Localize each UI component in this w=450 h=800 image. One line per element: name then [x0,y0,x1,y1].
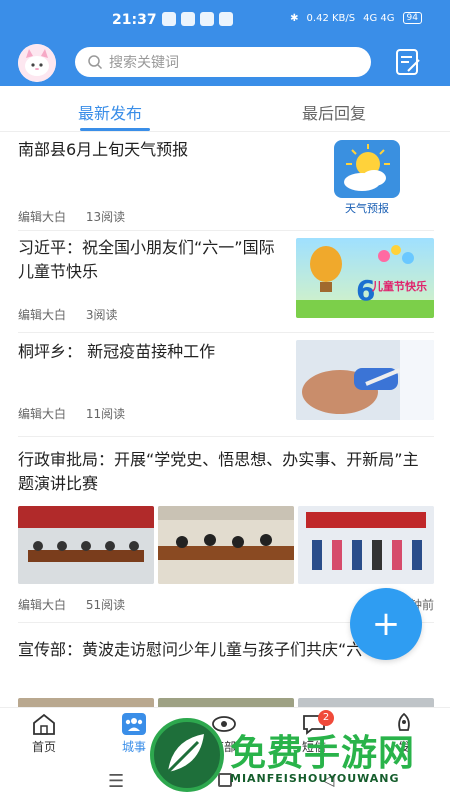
vaccine-thumbnail[interactable] [296,340,434,420]
audience-photo-icon [158,506,294,584]
divider [18,332,434,333]
watermark-text: 免费手游网 [230,733,416,774]
status-time: 21:37 [112,12,157,28]
divider [18,436,434,437]
item-reads: 3阅读 [85,308,118,322]
cat-avatar-icon [18,44,56,82]
item-title: 南部县6月上旬天气预报 [18,140,189,159]
signal-label: 4G 4G [363,12,395,24]
item-reads: 13阅读 [85,210,126,224]
photo-1[interactable] [18,698,154,707]
list-item[interactable]: 习近平：祝全国小朋友们“六一”国际儿童节快乐 编辑大白 3阅读 6 儿童节快乐 [18,236,434,322]
watermark-subtext: MIANFEISHOUYOUWANG [230,772,400,785]
leaf-logo-icon [166,734,204,774]
item-meta: 编辑大白 11阅读 [18,405,141,422]
search-placeholder: 搜索关键词 [109,55,179,71]
app-header: 搜索关键词 [0,42,450,86]
item-meta: 编辑大白 13阅读 [18,208,141,225]
divider [18,230,434,231]
edit-note-icon [396,49,420,75]
add-post-button[interactable]: + [350,588,422,660]
tab-latest[interactable]: 最新发布 [78,100,142,124]
search-icon [88,55,103,70]
item-reads: 51阅读 [85,598,126,612]
item-title: 行政审批局：开展“学党史、悟思想、办实事、开新局”主题演讲比赛 [18,450,419,493]
compose-button[interactable] [392,46,424,78]
meeting-photo-1[interactable] [18,506,154,584]
nav-label: 城事 [121,740,146,754]
notification-icons [162,12,233,26]
search-input[interactable]: 搜索关键词 [75,47,371,77]
app-notification-icon [219,12,233,26]
item-author: 编辑大白 [18,407,67,421]
home-icon [33,713,55,735]
meeting-photo-3[interactable] [298,506,434,584]
list-item[interactable]: 行政审批局：开展“学党史、悟思想、办实事、开新局”主题演讲比赛 编辑大白 51阅… [18,448,434,612]
people-icon [122,713,146,735]
item-author: 编辑大白 [18,210,67,224]
thumb-caption: 天气预报 [345,202,389,215]
item-title: 桐坪乡： 新冠疫苗接种工作 [18,342,216,361]
item-reads: 11阅读 [85,407,126,421]
nav-home[interactable]: 首页 [14,712,74,755]
app-notification-icon [181,12,195,26]
photo-2[interactable] [158,698,294,707]
menu-icon[interactable]: ☰ [108,771,124,792]
status-right: ✱ 0.42 KB/S 4G 4G 94 [290,12,422,24]
tab-last-reply[interactable]: 最后回复 [302,100,366,124]
feed-tabs: 最新发布 最后回复 [0,86,450,132]
battery-icon: 94 [402,12,422,24]
tab-indicator [80,128,150,131]
group-photo-icon [298,506,434,584]
item-meta: 编辑大白 3阅读 [18,306,133,323]
app-notification-icon [162,12,176,26]
bluetooth-icon: ✱ [290,12,299,24]
plus-icon: + [371,604,401,644]
childrens-day-thumbnail[interactable]: 6 儿童节快乐 [296,238,434,318]
avatar[interactable] [18,44,56,82]
list-item[interactable]: 桐坪乡： 新冠疫苗接种工作 编辑大白 11阅读 [18,340,434,426]
meeting-room-photo-icon [18,506,154,584]
weather-thumbnail[interactable]: 天气预报 [332,138,402,218]
status-bar: 21:37 ✱ 0.42 KB/S 4G 4G 94 [0,0,450,42]
watermark-logo [150,718,224,792]
photo-3[interactable] [298,698,434,707]
thumb-caption: 儿童节快乐 [372,280,427,293]
nav-label: 首页 [31,740,56,754]
app-notification-icon [200,12,214,26]
item-author: 编辑大白 [18,598,67,612]
item-title: 习近平：祝全国小朋友们“六一”国际儿童节快乐 [18,238,275,281]
meeting-photo-2[interactable] [158,506,294,584]
list-item[interactable]: 南部县6月上旬天气预报 编辑大白 13阅读 天气预报 [18,138,434,224]
site-watermark: 免费手游网 MIANFEISHOUYOUWANG [150,718,450,800]
item-author: 编辑大白 [18,308,67,322]
network-speed: 0.42 KB/S [306,12,356,24]
vaccination-photo-icon [296,340,434,420]
